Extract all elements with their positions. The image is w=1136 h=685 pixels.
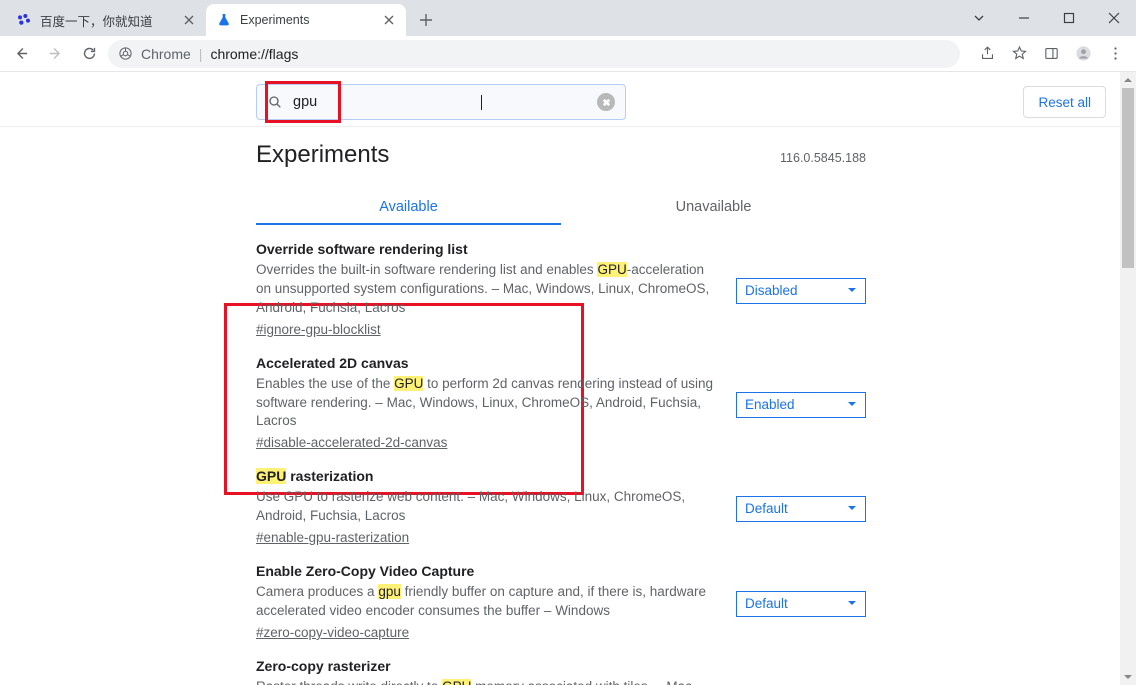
reload-button[interactable] xyxy=(74,39,104,69)
close-tab-icon[interactable] xyxy=(382,13,396,27)
search-icon xyxy=(267,94,283,110)
flag-select[interactable]: Default xyxy=(736,591,866,617)
search-row: Reset all xyxy=(0,72,1120,127)
maximize-button[interactable] xyxy=(1046,3,1091,33)
close-tab-icon[interactable] xyxy=(182,13,196,27)
flag-item: GPU rasterization Use GPU to rasterize w… xyxy=(256,452,866,547)
flag-description: Enables the use of the GPU to perform 2d… xyxy=(256,375,718,432)
chrome-icon xyxy=(118,46,133,61)
text-caret xyxy=(481,95,482,110)
tab-title: Experiments xyxy=(240,13,382,27)
scroll-up-arrow[interactable] xyxy=(1120,72,1136,88)
minimize-button[interactable] xyxy=(1001,3,1046,33)
page-title: Experiments xyxy=(256,141,389,169)
bookmark-icon[interactable] xyxy=(1004,39,1034,69)
flag-permalink[interactable]: #zero-copy-video-capture xyxy=(256,625,409,640)
address-separator: | xyxy=(199,46,203,62)
browser-toolbar: Chrome | chrome://flags xyxy=(0,36,1136,72)
flask-favicon xyxy=(216,12,232,28)
back-button[interactable] xyxy=(6,39,36,69)
clear-search-icon[interactable] xyxy=(597,93,615,111)
window-controls xyxy=(956,0,1136,36)
chevron-down-icon xyxy=(847,283,857,298)
flag-select[interactable]: Default xyxy=(736,496,866,522)
search-input[interactable] xyxy=(291,93,482,111)
browser-tab-0[interactable]: 百度一下，你就知道 xyxy=(6,4,206,36)
page-content: Reset all Experiments 116.0.5845.188 Ava… xyxy=(0,72,1120,685)
window-tabstrip: 百度一下，你就知道 Experiments xyxy=(0,0,1136,36)
side-panel-icon[interactable] xyxy=(1036,39,1066,69)
address-scheme: Chrome xyxy=(141,46,191,62)
chevron-down-icon xyxy=(847,501,857,516)
flag-description: Raster threads write directly to GPU mem… xyxy=(256,678,718,685)
flag-item: Override software rendering list Overrid… xyxy=(256,225,866,339)
scroll-down-arrow[interactable] xyxy=(1120,669,1136,685)
forward-button[interactable] xyxy=(40,39,70,69)
close-window-button[interactable] xyxy=(1091,3,1136,33)
tab-unavailable[interactable]: Unavailable xyxy=(561,191,866,225)
chevron-down-icon xyxy=(847,596,857,611)
flag-description: Use GPU to rasterize web content. – Mac,… xyxy=(256,488,718,526)
share-icon[interactable] xyxy=(972,39,1002,69)
new-tab-button[interactable] xyxy=(412,6,440,34)
vertical-scrollbar[interactable] xyxy=(1120,72,1136,685)
flag-item: Zero-copy rasterizer Raster threads writ… xyxy=(256,642,866,685)
flag-select[interactable]: Enabled xyxy=(736,392,866,418)
flag-item: Accelerated 2D canvas Enables the use of… xyxy=(256,339,866,453)
chevron-down-icon[interactable] xyxy=(956,3,1001,33)
flag-title: Accelerated 2D canvas xyxy=(256,355,718,371)
profile-icon[interactable] xyxy=(1068,39,1098,69)
tab-available[interactable]: Available xyxy=(256,191,561,225)
search-flags-box xyxy=(256,84,626,120)
browser-tab-1[interactable]: Experiments xyxy=(206,4,406,36)
flag-description: Camera produces a gpu friendly buffer on… xyxy=(256,583,718,621)
menu-icon[interactable] xyxy=(1100,39,1130,69)
flag-item: Enable Zero-Copy Video Capture Camera pr… xyxy=(256,547,866,642)
baidu-favicon xyxy=(16,12,32,28)
flag-tabs: Available Unavailable xyxy=(256,191,866,225)
reset-all-button[interactable]: Reset all xyxy=(1023,86,1106,118)
flag-description: Overrides the built-in software renderin… xyxy=(256,261,718,318)
flag-title: Zero-copy rasterizer xyxy=(256,658,718,674)
flag-select[interactable]: Disabled xyxy=(736,278,866,304)
flag-permalink[interactable]: #enable-gpu-rasterization xyxy=(256,530,409,545)
flag-permalink[interactable]: #disable-accelerated-2d-canvas xyxy=(256,435,447,450)
flag-title: Enable Zero-Copy Video Capture xyxy=(256,563,718,579)
flag-permalink[interactable]: #ignore-gpu-blocklist xyxy=(256,322,381,337)
address-url: chrome://flags xyxy=(210,46,298,62)
scroll-thumb[interactable] xyxy=(1122,88,1134,268)
address-bar[interactable]: Chrome | chrome://flags xyxy=(108,40,960,68)
version-label: 116.0.5845.188 xyxy=(780,151,866,165)
flag-title: Override software rendering list xyxy=(256,241,718,257)
chevron-down-icon xyxy=(847,397,857,412)
flag-title: GPU rasterization xyxy=(256,468,718,484)
tab-title: 百度一下，你就知道 xyxy=(40,11,182,30)
